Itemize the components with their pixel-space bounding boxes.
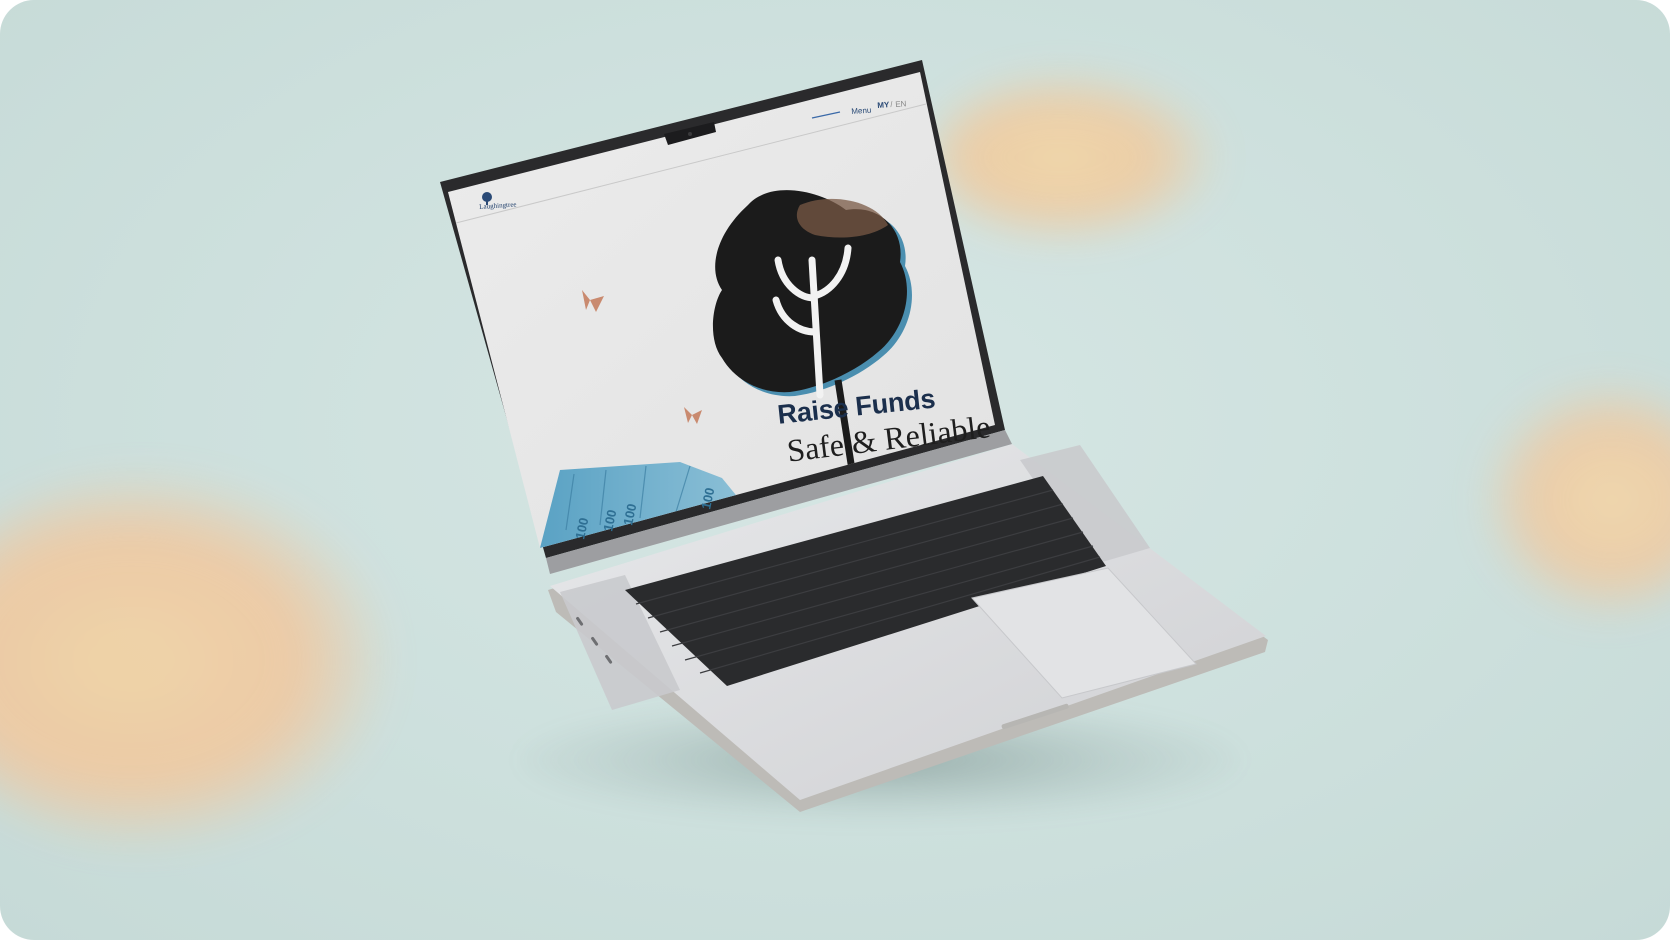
banknote-value: 100 bbox=[572, 516, 591, 540]
banknote-value: 100 bbox=[600, 508, 619, 532]
banknote-value: 100 bbox=[698, 486, 717, 510]
banknote-labels: 100 100 100 100 bbox=[572, 486, 717, 540]
scene-background: Laughingtree Menu MY / EN Raise Funds Sa… bbox=[0, 0, 1670, 940]
banknote-value: 100 bbox=[620, 502, 639, 526]
